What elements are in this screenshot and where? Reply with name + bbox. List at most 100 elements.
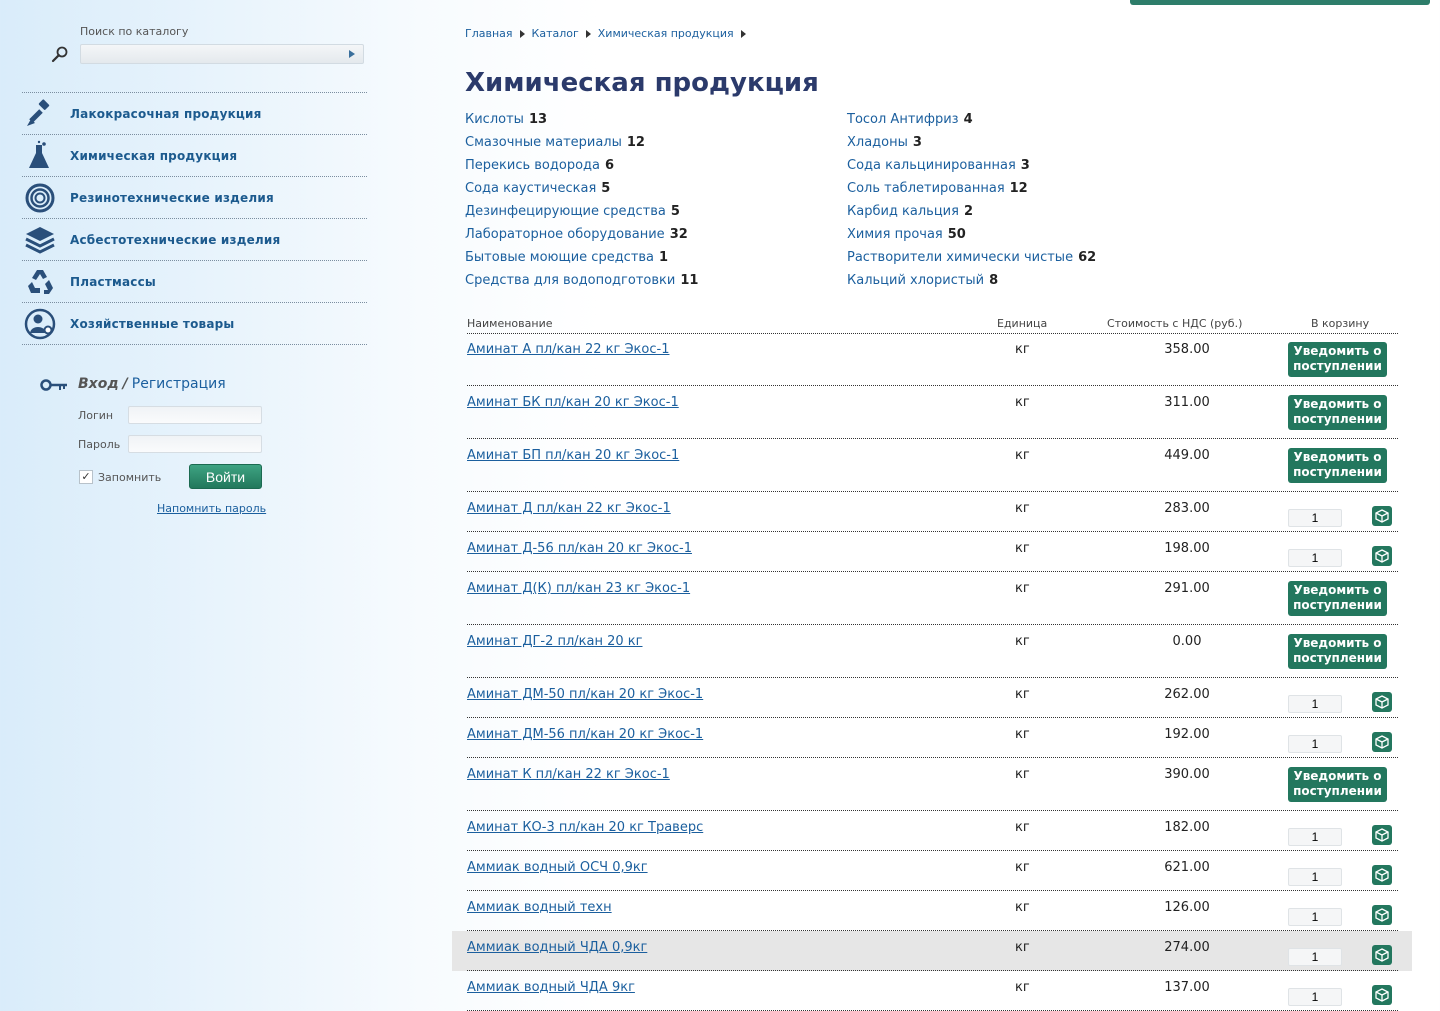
cart-box-icon <box>1375 549 1389 563</box>
quantity-input[interactable] <box>1288 948 1342 966</box>
login-field[interactable] <box>128 406 262 424</box>
add-to-cart-button[interactable] <box>1372 905 1392 925</box>
search-submit-arrow-icon[interactable] <box>349 50 355 58</box>
category-label: Пластмассы <box>70 275 156 289</box>
cart-box-icon <box>1375 695 1389 709</box>
subcategory-count: 6 <box>604 158 615 173</box>
notify-button[interactable]: Уведомить о поступлении <box>1288 448 1387 483</box>
notify-button[interactable]: Уведомить о поступлении <box>1288 342 1387 377</box>
table-row: Аминат БП пл/кан 20 кг Экос-1 кг 449.00 Уве… <box>452 439 1412 492</box>
subcategory-link[interactable]: Сода кальцинированная <box>847 158 1016 173</box>
subcategory-item: Сода кальцинированная 3 <box>847 158 1030 173</box>
product-unit: кг <box>1015 860 1030 875</box>
quantity-input[interactable] <box>1288 509 1342 527</box>
notify-button[interactable]: Уведомить о поступлении <box>1288 634 1387 669</box>
product-name-link[interactable]: Аминат К пл/кан 22 кг Экос-1 <box>467 767 670 782</box>
product-price: 291.00 <box>1164 581 1210 596</box>
table-row: Аминат Д пл/кан 22 кг Экос-1 кг 283.00 <box>452 492 1412 532</box>
subcategory-count: 8 <box>989 273 999 288</box>
product-name-link[interactable]: Аминат ДМ-56 пл/кан 20 кг Экос-1 <box>467 727 703 742</box>
product-name-link[interactable]: Аммиак водный ЧДА 9кг <box>467 980 635 995</box>
header-name: Наименование <box>467 317 553 330</box>
subcategory-link[interactable]: Растворители химически чистые <box>847 250 1073 265</box>
quantity-input[interactable] <box>1288 868 1342 886</box>
table-row: Аммиак водный ОСЧ 0,9кг кг 621.00 <box>452 851 1412 891</box>
add-to-cart-button[interactable] <box>1372 945 1392 965</box>
product-name-link[interactable]: Аминат БП пл/кан 20 кг Экос-1 <box>467 448 679 463</box>
breadcrumb-catalog[interactable]: Каталог <box>532 27 579 40</box>
product-unit: кг <box>1015 980 1030 995</box>
subcategory-link[interactable]: Сода каустическая <box>465 181 596 196</box>
subcategory-count: 12 <box>1009 181 1028 196</box>
breadcrumb-home[interactable]: Главная <box>465 27 513 40</box>
header-unit: Единица <box>997 317 1048 330</box>
category-item-chemical[interactable]: Химическая продукция <box>22 135 367 177</box>
category-item-paint[interactable]: Лакокрасочная продукция <box>22 93 367 135</box>
category-item-plastics[interactable]: Пластмассы <box>22 261 367 303</box>
product-unit: кг <box>1015 634 1030 649</box>
quantity-input[interactable] <box>1288 988 1342 1006</box>
add-to-cart-button[interactable] <box>1372 985 1392 1005</box>
subcategory-count: 2 <box>963 204 973 219</box>
register-link[interactable]: Регистрация <box>132 376 226 392</box>
subcategory-link[interactable]: Смазочные материалы <box>465 135 622 150</box>
category-item-household[interactable]: Хозяйственные товары <box>22 303 367 345</box>
breadcrumb-current[interactable]: Химическая продукция <box>598 27 734 40</box>
subcategory-link[interactable]: Средства для водоподготовки <box>465 273 675 288</box>
quantity-input[interactable] <box>1288 828 1342 846</box>
subcategory-link[interactable]: Бытовые моющие средства <box>465 250 654 265</box>
notify-button[interactable]: Уведомить о поступлении <box>1288 767 1387 802</box>
product-table: Аминат А пл/кан 22 кг Экос-1 кг 358.00 Увед… <box>452 333 1412 1011</box>
category-item-rubber[interactable]: Резинотехнические изделия <box>22 177 367 219</box>
add-to-cart-button[interactable] <box>1372 692 1392 712</box>
forgot-password-link[interactable]: Напомнить пароль <box>157 502 266 515</box>
subcategory-link[interactable]: Карбид кальция <box>847 204 959 219</box>
product-unit: кг <box>1015 501 1030 516</box>
remember-checkbox[interactable]: ✓ <box>79 470 93 484</box>
add-to-cart-button[interactable] <box>1372 506 1392 526</box>
product-name-link[interactable]: Аминат Д пл/кан 22 кг Экос-1 <box>467 501 671 516</box>
subcategory-link[interactable]: Дезинфецирующие средства <box>465 204 666 219</box>
subcategory-link[interactable]: Кальций хлористый <box>847 273 984 288</box>
quantity-input[interactable] <box>1288 695 1342 713</box>
product-name-link[interactable]: Аминат ДГ-2 пл/кан 20 кг <box>467 634 643 649</box>
subcategory-item: Сода каустическая 5 <box>465 181 610 196</box>
product-name-link[interactable]: Аминат ДМ-50 пл/кан 20 кг Экос-1 <box>467 687 703 702</box>
add-to-cart-button[interactable] <box>1372 825 1392 845</box>
add-to-cart-button[interactable] <box>1372 732 1392 752</box>
search-icon[interactable] <box>50 44 70 64</box>
subcategory-link[interactable]: Хладоны <box>847 135 908 150</box>
subcategory-link[interactable]: Химия прочая <box>847 227 943 242</box>
subcategory-link[interactable]: Кислоты <box>465 112 524 127</box>
product-name-link[interactable]: Аминат А пл/кан 22 кг Экос-1 <box>467 342 669 357</box>
quantity-input[interactable] <box>1288 908 1342 926</box>
product-name-link[interactable]: Аминат Д-56 пл/кан 20 кг Экос-1 <box>467 541 692 556</box>
category-label: Асбестотехнические изделия <box>70 233 281 247</box>
product-unit: кг <box>1015 940 1030 955</box>
category-item-asbestos[interactable]: Асбестотехнические изделия <box>22 219 367 261</box>
subcategory-link[interactable]: Лабораторное оборудование <box>465 227 665 242</box>
login-button[interactable]: Войти <box>189 464 262 489</box>
quantity-input[interactable] <box>1288 549 1342 567</box>
notify-button[interactable]: Уведомить о поступлении <box>1288 581 1387 616</box>
product-name-link[interactable]: Аммиак водный ЧДА 0,9кг <box>467 940 647 955</box>
product-name-link[interactable]: Аминат БК пл/кан 20 кг Экос-1 <box>467 395 679 410</box>
product-name-link[interactable]: Аминат КО-3 пл/кан 20 кг Траверс <box>467 820 703 835</box>
product-unit: кг <box>1015 727 1030 742</box>
password-field[interactable] <box>128 435 262 453</box>
quantity-input[interactable] <box>1288 735 1342 753</box>
product-name-link[interactable]: Аминат Д(К) пл/кан 23 кг Экос-1 <box>467 581 690 596</box>
flask-icon <box>29 140 49 168</box>
product-name-link[interactable]: Аммиак водный ОСЧ 0,9кг <box>467 860 648 875</box>
header-cart: В корзину <box>1311 317 1370 330</box>
product-name-link[interactable]: Аммиак водный техн <box>467 900 612 915</box>
search-input[interactable] <box>81 48 343 66</box>
subcategory-count: 12 <box>626 135 645 150</box>
subcategory-item: Смазочные материалы 12 <box>465 135 645 150</box>
subcategory-link[interactable]: Тосол Антифриз <box>847 112 959 127</box>
add-to-cart-button[interactable] <box>1372 865 1392 885</box>
subcategory-link[interactable]: Соль таблетированная <box>847 181 1005 196</box>
subcategory-link[interactable]: Перекись водорода <box>465 158 600 173</box>
notify-button[interactable]: Уведомить о поступлении <box>1288 395 1387 430</box>
add-to-cart-button[interactable] <box>1372 546 1392 566</box>
